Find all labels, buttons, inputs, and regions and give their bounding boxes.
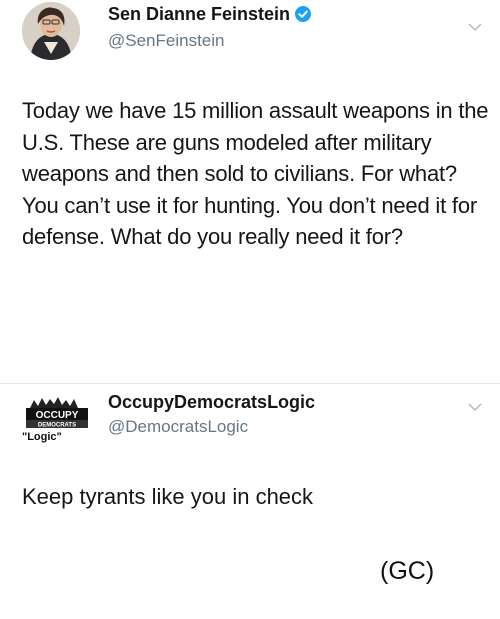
logo-graphic: OCCUPY DEMOCRATS bbox=[26, 397, 88, 429]
author-name[interactable]: Sen Dianne Feinstein bbox=[108, 4, 312, 25]
occupy-democrats-logo[interactable]: OCCUPY DEMOCRATS "Logic" bbox=[20, 390, 96, 446]
avatar[interactable] bbox=[22, 2, 80, 60]
author-name-text: Sen Dianne Feinstein bbox=[108, 4, 291, 24]
reply-text: Keep tyrants like you in check bbox=[22, 484, 314, 509]
tweet-card: Sen Dianne Feinstein @SenFeinstein Today… bbox=[0, 0, 500, 509]
logo-subword: DEMOCRATS bbox=[38, 423, 76, 429]
reply-tweet: OCCUPY DEMOCRATS "Logic" OccupyDemocrats… bbox=[0, 384, 500, 544]
original-tweet: Sen Dianne Feinstein @SenFeinstein Today… bbox=[0, 0, 500, 383]
logo-word: OCCUPY bbox=[36, 410, 79, 421]
chevron-down-icon[interactable] bbox=[468, 402, 482, 412]
chevron-down-icon[interactable] bbox=[468, 22, 482, 32]
reply-author-name[interactable]: OccupyDemocratsLogic bbox=[108, 392, 315, 413]
reply-author-handle[interactable]: @DemocratsLogic bbox=[108, 417, 248, 437]
avatar-portrait bbox=[22, 2, 80, 60]
verified-badge-icon bbox=[295, 6, 312, 22]
author-handle[interactable]: @SenFeinstein bbox=[108, 31, 225, 51]
caption-text: (GC) bbox=[380, 557, 435, 585]
logo-caption: "Logic" bbox=[22, 431, 62, 443]
tweet-text: Today we have 15 million assault weapons… bbox=[22, 98, 489, 249]
